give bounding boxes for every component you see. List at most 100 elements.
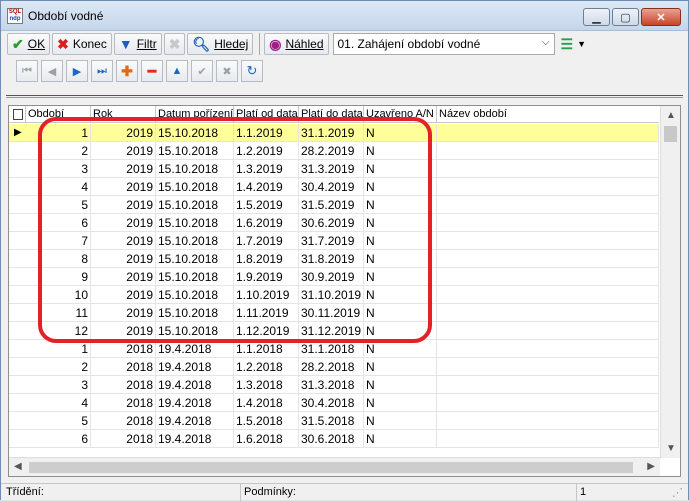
cell-rok[interactable]: 2018 [91, 412, 156, 430]
preview-button[interactable]: ◉ Náhled [264, 33, 329, 55]
cell-obdobi[interactable]: 11 [26, 304, 91, 322]
cell-nazev[interactable] [437, 232, 659, 250]
previous-record-button[interactable]: ◀ [41, 60, 63, 82]
cell-datum-porizeni[interactable]: 15.10.2018 [156, 304, 234, 322]
cell-obdobi[interactable]: 12 [26, 322, 91, 340]
cell-rok[interactable]: 2019 [91, 286, 156, 304]
table-row[interactable]: 4 2019 15.10.2018 1.4.2019 30.4.2019 N [9, 178, 659, 196]
delete-record-button[interactable]: ━ [141, 60, 163, 82]
cell-nazev[interactable] [437, 196, 659, 214]
cell-rok[interactable]: 2019 [91, 142, 156, 160]
cell-plati-od[interactable]: 1.4.2019 [234, 178, 299, 196]
column-header-obdobi[interactable]: Období [26, 106, 91, 123]
cell-plati-do[interactable]: 28.2.2019 [299, 142, 364, 160]
cell-uzavreno[interactable]: N [364, 394, 437, 412]
table-row[interactable]: 2 2018 19.4.2018 1.2.2018 28.2.2018 N [9, 358, 659, 376]
title-bar[interactable]: SQL ndp Období vodné ▁ ▢ ✕ [1, 1, 688, 31]
close-button[interactable]: ✖ Konec [52, 33, 112, 55]
cell-datum-porizeni[interactable]: 19.4.2018 [156, 394, 234, 412]
cell-plati-do[interactable]: 30.4.2019 [299, 178, 364, 196]
cell-plati-od[interactable]: 1.12.2019 [234, 322, 299, 340]
cell-plati-od[interactable]: 1.2.2018 [234, 358, 299, 376]
cell-plati-do[interactable]: 30.4.2018 [299, 394, 364, 412]
table-row[interactable]: ▶ 1 2019 15.10.2018 1.1.2019 31.1.2019 N [9, 124, 659, 142]
table-row[interactable]: 6 2018 19.4.2018 1.6.2018 30.6.2018 N [9, 430, 659, 448]
scroll-left-icon[interactable]: ◀ [14, 461, 22, 472]
cell-uzavreno[interactable]: N [364, 322, 437, 340]
cell-rok[interactable]: 2019 [91, 196, 156, 214]
dropdown-arrow-icon[interactable]: ▼ [577, 39, 586, 49]
cell-rok[interactable]: 2018 [91, 340, 156, 358]
cell-uzavreno[interactable]: N [364, 196, 437, 214]
cell-uzavreno[interactable]: N [364, 358, 437, 376]
cell-obdobi[interactable]: 5 [26, 196, 91, 214]
minimize-button[interactable]: ▁ [583, 8, 610, 26]
cell-plati-do[interactable]: 31.12.2019 [299, 322, 364, 340]
cell-obdobi[interactable]: 3 [26, 160, 91, 178]
table-row[interactable]: 2 2019 15.10.2018 1.2.2019 28.2.2019 N [9, 142, 659, 160]
cell-rok[interactable]: 2018 [91, 430, 156, 448]
cell-rok[interactable]: 2018 [91, 376, 156, 394]
cell-datum-porizeni[interactable]: 19.4.2018 [156, 430, 234, 448]
cell-datum-porizeni[interactable]: 15.10.2018 [156, 268, 234, 286]
cell-rok[interactable]: 2019 [91, 250, 156, 268]
cell-datum-porizeni[interactable]: 19.4.2018 [156, 358, 234, 376]
cell-nazev[interactable] [437, 412, 659, 430]
cell-datum-porizeni[interactable]: 15.10.2018 [156, 322, 234, 340]
table-row[interactable]: 5 2018 19.4.2018 1.5.2018 31.5.2018 N [9, 412, 659, 430]
cell-nazev[interactable] [437, 394, 659, 412]
column-header-plati-do[interactable]: Platí do data [299, 106, 364, 123]
cell-plati-od[interactable]: 1.5.2018 [234, 412, 299, 430]
cell-plati-od[interactable]: 1.1.2019 [234, 124, 299, 142]
cell-obdobi[interactable]: 7 [26, 232, 91, 250]
cancel-edit-button[interactable]: ✖ [216, 60, 238, 82]
cell-datum-porizeni[interactable]: 15.10.2018 [156, 124, 234, 142]
cell-nazev[interactable] [437, 178, 659, 196]
cell-datum-porizeni[interactable]: 19.4.2018 [156, 412, 234, 430]
cell-plati-od[interactable]: 1.3.2019 [234, 160, 299, 178]
cell-plati-do[interactable]: 31.8.2019 [299, 250, 364, 268]
cell-nazev[interactable] [437, 322, 659, 340]
table-row[interactable]: 1 2018 19.4.2018 1.1.2018 31.1.2018 N [9, 340, 659, 358]
resize-grip-icon[interactable]: ⋰ [672, 486, 683, 499]
edit-record-button[interactable]: ▲ [166, 60, 188, 82]
cell-obdobi[interactable]: 2 [26, 142, 91, 160]
cell-uzavreno[interactable]: N [364, 250, 437, 268]
cell-nazev[interactable] [437, 286, 659, 304]
column-header-rok[interactable]: Rok [91, 106, 156, 123]
column-header-plati-od[interactable]: Platí od data [234, 106, 299, 123]
cell-nazev[interactable] [437, 142, 659, 160]
cell-uzavreno[interactable]: N [364, 160, 437, 178]
cell-rok[interactable]: 2018 [91, 394, 156, 412]
cell-plati-do[interactable]: 28.2.2018 [299, 358, 364, 376]
cell-plati-od[interactable]: 1.6.2019 [234, 214, 299, 232]
list-icon[interactable]: ☰ [561, 36, 574, 53]
cell-datum-porizeni[interactable]: 15.10.2018 [156, 214, 234, 232]
column-header-uzavreno[interactable]: Uzavřeno A/N [364, 106, 437, 123]
refresh-button[interactable]: ↻ [241, 60, 263, 82]
cell-uzavreno[interactable]: N [364, 214, 437, 232]
table-row[interactable]: 10 2019 15.10.2018 1.10.2019 31.10.2019 N [9, 286, 659, 304]
cell-rok[interactable]: 2019 [91, 232, 156, 250]
cell-plati-od[interactable]: 1.9.2019 [234, 268, 299, 286]
action-select[interactable]: 01. Zahájení období vodné ⌵ [332, 33, 555, 55]
cell-uzavreno[interactable]: N [364, 124, 437, 142]
next-record-button[interactable]: ▶ [66, 60, 88, 82]
cell-uzavreno[interactable]: N [364, 340, 437, 358]
cell-nazev[interactable] [437, 430, 659, 448]
table-row[interactable]: 3 2019 15.10.2018 1.3.2019 31.3.2019 N [9, 160, 659, 178]
cell-plati-do[interactable]: 31.5.2019 [299, 196, 364, 214]
cell-obdobi[interactable]: 4 [26, 178, 91, 196]
cell-rok[interactable]: 2019 [91, 214, 156, 232]
cell-plati-do[interactable]: 31.3.2019 [299, 160, 364, 178]
filter-button[interactable]: ▼ Filtr [113, 33, 162, 55]
cell-obdobi[interactable]: 8 [26, 250, 91, 268]
cell-obdobi[interactable]: 1 [26, 340, 91, 358]
cell-rok[interactable]: 2019 [91, 322, 156, 340]
first-record-button[interactable]: ⏮ [16, 60, 38, 82]
cell-plati-do[interactable]: 30.9.2019 [299, 268, 364, 286]
cell-datum-porizeni[interactable]: 15.10.2018 [156, 196, 234, 214]
cell-plati-od[interactable]: 1.2.2019 [234, 142, 299, 160]
table-row[interactable]: 9 2019 15.10.2018 1.9.2019 30.9.2019 N [9, 268, 659, 286]
cell-rok[interactable]: 2019 [91, 268, 156, 286]
